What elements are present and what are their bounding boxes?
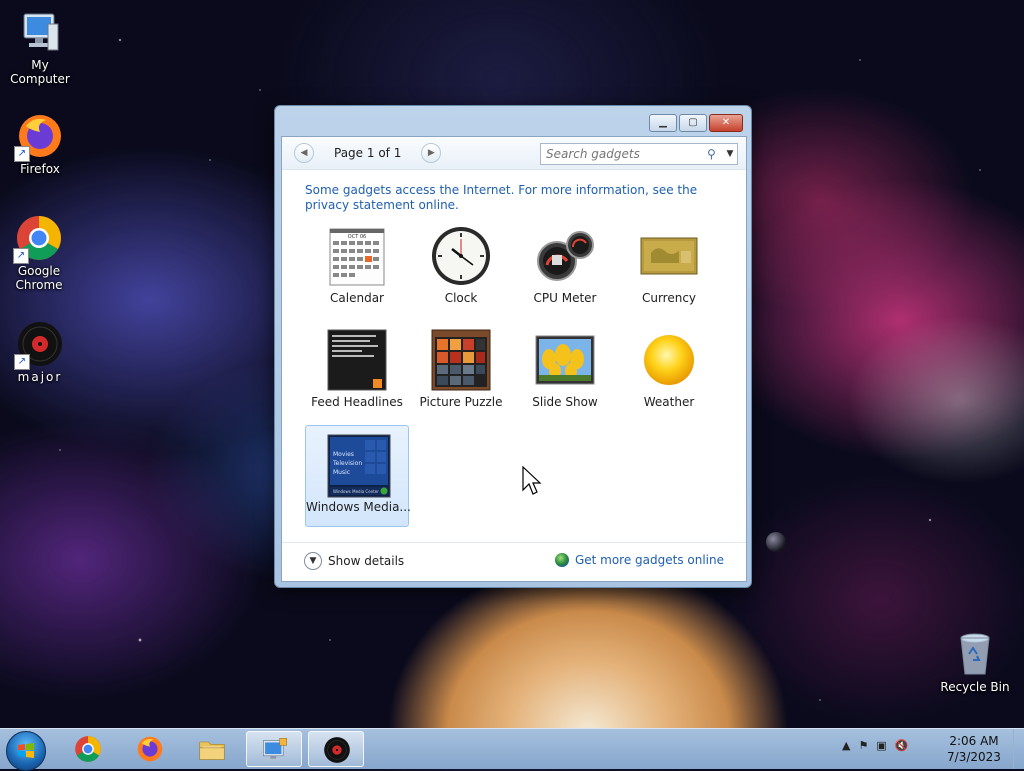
network-icon[interactable]: ▣ <box>876 739 886 752</box>
desktop-icon-recycle-bin[interactable]: Recycle Bin <box>935 630 1015 694</box>
action-center-icon[interactable]: ⚑ <box>858 739 868 752</box>
chevron-down-icon[interactable]: ▼ <box>723 149 737 159</box>
gadget-label: Feed Headlines <box>311 395 403 409</box>
gadget-label: Windows Media... <box>306 500 411 514</box>
shortcut-arrow-icon: ↗ <box>13 248 29 264</box>
close-button[interactable]: ✕ <box>709 114 743 132</box>
gadget-label: Calendar <box>330 291 384 305</box>
gadget-calendar[interactable]: OCT 06 Calendar <box>305 217 409 319</box>
gadgets-icon <box>263 738 287 761</box>
desktop-icon-google-chrome[interactable]: ↗ Google Chrome <box>0 214 78 292</box>
search-icon[interactable]: ⚲ <box>707 147 723 161</box>
picture-puzzle-icon <box>431 329 491 391</box>
pager: ◀ Page 1 of 1 ▶ <box>294 143 442 163</box>
get-more-gadgets-link[interactable]: Get more gadgets online <box>554 553 724 567</box>
window-client-area: ◀ Page 1 of 1 ▶ ⚲ ▼ Some gadgets access … <box>281 136 747 582</box>
desktop-icon-label: major <box>17 370 63 384</box>
gadget-label: Weather <box>643 395 695 409</box>
taskbar-major[interactable] <box>308 731 364 767</box>
taskbar-clock[interactable]: 2:06 AM 7/3/2023 <box>940 733 1008 765</box>
media-center-menu-movies: Movies <box>333 451 354 458</box>
start-button[interactable] <box>6 731 46 771</box>
desktop-icon-label: Firefox <box>20 162 60 176</box>
get-more-gadgets-label: Get more gadgets online <box>574 553 724 567</box>
page-indicator: Page 1 of 1 <box>334 146 402 160</box>
window-controls: ▁ ▢ ✕ <box>647 114 743 132</box>
file-explorer-icon <box>199 741 225 760</box>
gadget-weather[interactable]: Weather <box>617 321 721 423</box>
desktop-icon-label: My Computer <box>10 58 70 86</box>
desktop-icon-label: Google Chrome <box>15 264 63 292</box>
shortcut-arrow-icon: ↗ <box>14 146 30 162</box>
gadget-cpu-meter[interactable]: CPU Meter <box>513 217 617 319</box>
taskbar: ▲ ⚑ ▣ 🔇 2:06 AM 7/3/2023 <box>0 728 1024 771</box>
windows-logo-icon <box>18 743 34 758</box>
calendar-icon: OCT 06 <box>327 225 387 287</box>
volume-muted-icon[interactable]: 🔇 <box>895 739 909 752</box>
gadget-windows-media-center[interactable]: Movies Television Music Windows Media Ce… <box>305 425 411 527</box>
desktop-icon-firefox[interactable]: ↗ Firefox <box>0 112 80 176</box>
clock-date: 7/3/2023 <box>947 750 1001 764</box>
calendar-month-label: OCT 06 <box>348 234 366 240</box>
gadgets-toolbar: ◀ Page 1 of 1 ▶ ⚲ ▼ <box>282 137 746 170</box>
gadget-picture-puzzle[interactable]: Picture Puzzle <box>409 321 513 423</box>
desktop-icon-label: Recycle Bin <box>940 680 1010 694</box>
taskbar-file-explorer[interactable] <box>184 731 240 767</box>
wallpaper-planet <box>766 532 786 552</box>
gadget-label: CPU Meter <box>533 291 597 305</box>
computer-icon <box>16 8 64 56</box>
cpu-meter-icon <box>535 225 595 287</box>
chrome-icon <box>75 736 101 762</box>
slide-show-icon <box>535 329 595 391</box>
search-box[interactable]: ⚲ ▼ <box>540 143 738 165</box>
search-input[interactable] <box>541 145 707 163</box>
prev-page-button[interactable]: ◀ <box>294 143 314 163</box>
maximize-button[interactable]: ▢ <box>679 114 707 132</box>
gadget-label: Slide Show <box>532 395 598 409</box>
windows-media-center-icon: Movies Television Music Windows Media Ce… <box>327 434 391 498</box>
mouse-cursor-icon <box>522 466 542 495</box>
show-details-label: Show details <box>328 554 405 568</box>
firefox-icon <box>137 736 163 762</box>
desktop-icon-my-computer[interactable]: My Computer <box>0 8 80 86</box>
gadget-feed-headlines[interactable]: Feed Headlines <box>305 321 409 423</box>
taskbar-gadgets[interactable] <box>246 731 302 767</box>
clock-time: 2:06 AM <box>949 734 999 748</box>
media-center-menu-music: Music <box>333 469 350 476</box>
gadget-label: Currency <box>641 291 697 305</box>
vinyl-record-icon <box>324 737 350 763</box>
taskbar-chrome[interactable] <box>60 731 116 767</box>
gadget-label: Picture Puzzle <box>419 395 503 409</box>
minimize-button[interactable]: ▁ <box>649 114 677 132</box>
chevron-down-icon: ▼ <box>304 552 322 570</box>
media-center-footer-text: Windows Media Center <box>333 489 379 494</box>
show-details-toggle[interactable]: ▼ Show details <box>304 552 404 570</box>
currency-icon <box>639 225 699 287</box>
desktop-icon-major[interactable]: ↗ major <box>0 320 80 384</box>
privacy-info-link[interactable]: Some gadgets access the Internet. For mo… <box>305 183 725 213</box>
shortcut-arrow-icon: ↗ <box>14 354 30 370</box>
vinyl-record-icon: ↗ <box>14 320 64 370</box>
taskbar-firefox[interactable] <box>122 731 178 767</box>
gadget-clock[interactable]: Clock <box>409 217 513 319</box>
recycle-bin-icon <box>951 630 999 678</box>
show-hidden-icons-icon[interactable]: ▲ <box>842 739 850 752</box>
window-footer: ▼ Show details Get more gadgets online <box>282 542 746 581</box>
next-page-button[interactable]: ▶ <box>421 143 442 163</box>
feed-headlines-icon <box>327 329 387 391</box>
globe-icon <box>554 553 569 567</box>
media-center-menu-television: Television <box>332 460 362 467</box>
clock-icon <box>431 225 491 287</box>
gadgets-window: ▁ ▢ ✕ ◀ Page 1 of 1 ▶ ⚲ ▼ Some gadgets a… <box>274 105 752 588</box>
firefox-icon: ↗ <box>14 112 64 162</box>
gadget-currency[interactable]: Currency <box>617 217 721 319</box>
gadget-label: Clock <box>444 291 478 305</box>
system-tray: ▲ ⚑ ▣ 🔇 <box>842 739 916 752</box>
show-desktop-button[interactable] <box>1013 729 1024 769</box>
chrome-icon: ↗ <box>13 214 63 264</box>
gadget-slide-show[interactable]: Slide Show <box>513 321 617 423</box>
weather-icon <box>639 329 699 391</box>
